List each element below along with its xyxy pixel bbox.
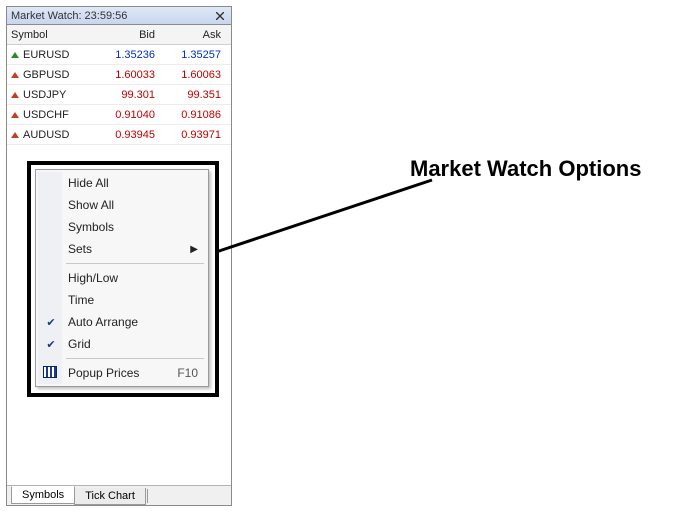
menu-popup-prices[interactable]: Popup Prices F10	[38, 362, 206, 384]
quote-row[interactable]: EURUSD 1.35236 1.35257	[7, 45, 231, 65]
quote-row[interactable]: GBPUSD 1.60033 1.60063	[7, 65, 231, 85]
bid-price: 99.301	[97, 89, 163, 101]
col-header-symbol[interactable]: Symbol	[7, 29, 97, 41]
symbol-name: USDJPY	[23, 89, 66, 101]
panel-tabs: Symbols Tick Chart	[7, 485, 231, 505]
menu-label: Hide All	[68, 176, 109, 190]
check-icon: ✔	[44, 315, 58, 329]
quote-row[interactable]: USDCHF 0.91040 0.91086	[7, 105, 231, 125]
ask-price: 1.35257	[163, 49, 229, 61]
tab-tick-chart[interactable]: Tick Chart	[74, 488, 146, 505]
tab-symbols[interactable]: Symbols	[11, 486, 75, 504]
arrow-down-icon	[11, 132, 19, 138]
ask-price: 0.93971	[163, 129, 229, 141]
menu-hide-all[interactable]: Hide All	[38, 172, 206, 194]
arrow-down-icon	[11, 112, 19, 118]
menu-grid[interactable]: ✔ Grid	[38, 333, 206, 355]
quote-row[interactable]: AUDUSD 0.93945 0.93971	[7, 125, 231, 145]
quote-row[interactable]: USDJPY 99.301 99.351	[7, 85, 231, 105]
panel-title: Market Watch: 23:59:56	[11, 7, 127, 25]
menu-label: High/Low	[68, 271, 118, 285]
menu-label: Symbols	[68, 220, 114, 234]
bid-price: 1.60033	[97, 69, 163, 81]
menu-label: Grid	[68, 337, 91, 351]
context-menu: Hide All Show All Symbols Sets ▶ High/Low…	[35, 169, 209, 387]
bid-price: 0.93945	[97, 129, 163, 141]
arrow-up-icon	[11, 52, 19, 58]
ask-price: 99.351	[163, 89, 229, 101]
symbol-name: AUDUSD	[23, 129, 69, 141]
col-header-bid[interactable]: Bid	[97, 29, 163, 41]
bid-price: 1.35236	[97, 49, 163, 61]
check-icon: ✔	[44, 337, 58, 351]
bid-price: 0.91040	[97, 109, 163, 121]
menu-label: Show All	[68, 198, 114, 212]
close-icon[interactable]	[213, 9, 227, 23]
symbol-name: GBPUSD	[23, 69, 69, 81]
ask-price: 1.60063	[163, 69, 229, 81]
menu-time[interactable]: Time	[38, 289, 206, 311]
menu-sets[interactable]: Sets ▶	[38, 238, 206, 260]
menu-label: Time	[68, 293, 94, 307]
menu-label: Auto Arrange	[68, 315, 138, 329]
panel-titlebar[interactable]: Market Watch: 23:59:56	[7, 7, 231, 25]
tab-separator	[147, 489, 148, 503]
submenu-arrow-icon: ▶	[190, 244, 198, 255]
menu-show-all[interactable]: Show All	[38, 194, 206, 216]
menu-symbols[interactable]: Symbols	[38, 216, 206, 238]
menu-label: Sets	[68, 242, 92, 256]
quotes-header: Symbol Bid Ask	[7, 25, 231, 45]
menu-separator	[66, 263, 204, 264]
market-watch-panel: Market Watch: 23:59:56 Symbol Bid Ask EU…	[6, 6, 232, 506]
col-header-ask[interactable]: Ask	[163, 29, 229, 41]
ask-price: 0.91086	[163, 109, 229, 121]
arrow-down-icon	[11, 92, 19, 98]
menu-shortcut: F10	[177, 366, 198, 380]
menu-label: Popup Prices	[68, 366, 139, 380]
popup-prices-icon	[43, 366, 57, 378]
arrow-down-icon	[11, 72, 19, 78]
symbol-name: USDCHF	[23, 109, 69, 121]
symbol-name: EURUSD	[23, 49, 69, 61]
menu-separator	[66, 358, 204, 359]
menu-high-low[interactable]: High/Low	[38, 267, 206, 289]
menu-auto-arrange[interactable]: ✔ Auto Arrange	[38, 311, 206, 333]
annotation-label: Market Watch Options	[410, 156, 641, 182]
